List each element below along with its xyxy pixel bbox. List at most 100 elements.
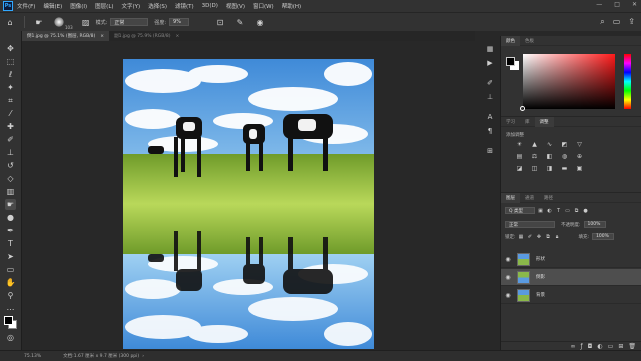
info-chevron-icon[interactable]: › — [142, 354, 144, 359]
brush-panel-icon[interactable]: ✐ — [485, 78, 495, 88]
selective-color-icon[interactable]: ▣ — [575, 165, 584, 172]
invert-icon[interactable]: ◪ — [515, 165, 524, 172]
pressure-icon[interactable]: ◉ — [255, 17, 265, 27]
more-tools-icon[interactable]: … — [5, 302, 16, 313]
hand-tool-icon[interactable]: ✋ — [5, 277, 16, 288]
tab-adjustments[interactable]: 调整 — [534, 116, 554, 127]
smudge-tool-icon[interactable]: ☛ — [5, 199, 16, 210]
tab-color[interactable]: 颜色 — [501, 35, 520, 46]
clone-stamp-tool-icon[interactable]: ⊥ — [5, 147, 16, 158]
pixel-filter-icon[interactable]: ▣ — [537, 208, 544, 214]
tab-libraries[interactable]: 库 — [520, 117, 535, 127]
layer-kind-filter[interactable]: Q 类型 — [505, 207, 535, 214]
layer-row-selected[interactable]: ◉ 倒影 — [501, 269, 641, 286]
strength-input[interactable]: 9% — [169, 18, 190, 26]
properties-panel-icon[interactable]: ⊞ — [485, 146, 495, 156]
filter-toggle-icon[interactable]: ● — [582, 208, 589, 214]
lock-transparency-icon[interactable]: ▦ — [518, 234, 525, 240]
layer-row[interactable]: ◉ 形状 — [501, 251, 641, 268]
lock-all-icon[interactable]: 🔒︎ — [554, 234, 561, 240]
levels-icon[interactable]: ▲ — [530, 141, 539, 148]
menu-view[interactable]: 视图(V) — [226, 2, 245, 10]
search-icon[interactable]: ⌕ — [600, 17, 604, 27]
tab-close-icon[interactable]: × — [100, 34, 104, 39]
lock-pixels-icon[interactable]: ✐ — [527, 234, 534, 240]
brush-settings-icon[interactable]: ▨ — [81, 17, 91, 27]
minimize-button[interactable]: — — [596, 1, 602, 8]
menu-layer[interactable]: 图层(L) — [95, 2, 113, 10]
character-panel-icon[interactable]: A — [485, 112, 495, 122]
tab-learn[interactable]: 学习 — [501, 117, 520, 127]
exposure-icon[interactable]: ◩ — [560, 141, 569, 148]
new-adjustment-layer-icon[interactable]: ◐ — [597, 343, 602, 350]
clone-source-panel-icon[interactable]: ⊥ — [485, 92, 495, 102]
menu-edit[interactable]: 编辑(E) — [43, 2, 62, 10]
menu-select[interactable]: 选择(S) — [148, 2, 167, 10]
link-layers-icon[interactable]: ∞ — [571, 343, 576, 350]
tab-document-1[interactable]: 倒1.jpg @ 75.1% (图层, RGB/8) × — [22, 31, 110, 41]
close-button[interactable]: ✕ — [632, 1, 637, 8]
black-white-icon[interactable]: ◧ — [545, 153, 554, 160]
document-info[interactable]: 文档:1.67 厘米 x 9.7 厘米 (300 ppi) — [63, 353, 139, 359]
visibility-eye-icon[interactable]: ◉ — [501, 292, 515, 299]
history-brush-tool-icon[interactable]: ↺ — [5, 160, 16, 171]
menu-filter[interactable]: 滤镜(T) — [175, 2, 194, 10]
brightness-contrast-icon[interactable]: ☀ — [515, 141, 524, 148]
maximize-button[interactable]: □ — [614, 1, 620, 8]
delete-layer-icon[interactable]: 🗑︎ — [628, 343, 636, 350]
threshold-icon[interactable]: ◨ — [545, 165, 554, 172]
lock-position-icon[interactable]: ✥ — [536, 234, 543, 240]
gradient-map-icon[interactable]: ▬ — [560, 165, 569, 172]
tab-close-icon[interactable]: × — [176, 34, 180, 39]
hue-slider[interactable] — [624, 54, 631, 109]
dodge-tool-icon[interactable]: ● — [5, 212, 16, 223]
menu-3d[interactable]: 3D(D) — [202, 3, 218, 9]
menu-type[interactable]: 文字(Y) — [122, 2, 141, 10]
lock-artboard-icon[interactable]: ⧉ — [545, 234, 552, 240]
type-tool-icon[interactable]: T — [5, 238, 16, 249]
document-image[interactable] — [123, 59, 374, 349]
marquee-tool-icon[interactable]: ⬚ — [5, 56, 16, 67]
paragraph-panel-icon[interactable]: ¶ — [485, 126, 495, 136]
photo-filter-icon[interactable]: ◍ — [560, 153, 569, 160]
gradient-tool-icon[interactable]: ▥ — [5, 186, 16, 197]
add-mask-icon[interactable]: ◘ — [588, 343, 593, 350]
tab-layers[interactable]: 图层 — [501, 192, 520, 203]
smudge-tool-icon[interactable]: ☛ — [34, 17, 44, 27]
foreground-color-swatch[interactable] — [4, 316, 13, 325]
mode-select[interactable]: 正常 — [110, 18, 149, 26]
eyedropper-tool-icon[interactable]: ⁄ — [5, 108, 16, 119]
brush-tool-icon[interactable]: ✐ — [5, 134, 16, 145]
tab-swatches[interactable]: 色板 — [520, 36, 539, 46]
sample-all-layers-icon[interactable]: ⊡ — [215, 17, 225, 27]
tab-channels[interactable]: 通道 — [520, 193, 539, 203]
hue-saturation-icon[interactable]: ▤ — [515, 153, 524, 160]
new-group-icon[interactable]: ▭ — [608, 343, 614, 350]
eraser-tool-icon[interactable]: ◇ — [5, 173, 16, 184]
lasso-tool-icon[interactable]: ℓ — [5, 69, 16, 80]
path-selection-tool-icon[interactable]: ➤ — [5, 251, 16, 262]
type-filter-icon[interactable]: T — [555, 208, 562, 214]
home-icon[interactable]: ⌂ — [5, 17, 15, 27]
color-picker-cursor[interactable] — [520, 106, 525, 111]
menu-image[interactable]: 图像(I) — [70, 2, 87, 10]
tab-paths[interactable]: 路径 — [539, 193, 558, 203]
fill-input[interactable]: 100% — [592, 233, 615, 240]
menu-file[interactable]: 文件(F) — [17, 2, 35, 10]
menu-help[interactable]: 帮助(H) — [282, 2, 301, 10]
color-balance-icon[interactable]: ⚖ — [530, 153, 539, 160]
shape-filter-icon[interactable]: ▭ — [564, 208, 571, 214]
blend-mode-select[interactable]: 正常 — [505, 221, 555, 228]
actions-panel-icon[interactable]: ▶ — [485, 58, 495, 68]
layer-row[interactable]: ◉ 背景 — [501, 287, 641, 304]
menu-window[interactable]: 窗口(W) — [253, 2, 274, 10]
brush-preset-picker[interactable] — [54, 17, 64, 27]
adjustment-filter-icon[interactable]: ◐ — [546, 208, 553, 214]
channel-mixer-icon[interactable]: ⊕ — [575, 153, 584, 160]
healing-brush-tool-icon[interactable]: ✚ — [5, 121, 16, 132]
opacity-input[interactable]: 100% — [583, 221, 606, 228]
zoom-tool-icon[interactable]: ⚲ — [5, 290, 16, 301]
rectangle-tool-icon[interactable]: ▭ — [5, 264, 16, 275]
finger-painting-icon[interactable]: ✎ — [235, 17, 245, 27]
share-icon[interactable]: ⇪ — [628, 17, 635, 27]
